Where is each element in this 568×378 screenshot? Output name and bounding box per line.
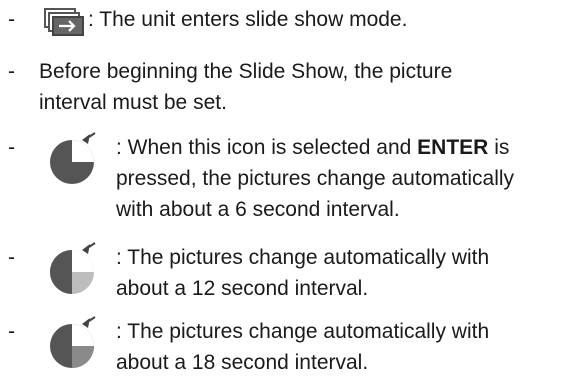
- item-text-line: about a 18 second interval.: [116, 351, 369, 374]
- list-item: - : When this icon is selected and ENTER…: [0, 132, 568, 228]
- item-text-line: : The unit enters slide show mode.: [88, 8, 408, 31]
- item-text-line: : The pictures change automatically with: [116, 320, 490, 343]
- timer-6s-icon: [50, 132, 96, 184]
- list-dash: -: [8, 136, 15, 159]
- list-dash: -: [8, 246, 15, 269]
- list-item: - : The unit enters slide show mode.: [0, 4, 568, 36]
- timer-18s-icon: [50, 316, 96, 368]
- list-dash: -: [8, 8, 15, 31]
- item-text-line: interval must be set.: [39, 91, 227, 114]
- item-text-line: Before beginning the Slide Show, the pic…: [39, 60, 453, 83]
- list-dash: -: [8, 320, 15, 343]
- item-text-line: with about a 6 second interval.: [116, 198, 400, 221]
- slideshow-icon: [44, 8, 84, 36]
- list-item: - Before beginning the Slide Show, the p…: [0, 56, 568, 118]
- timer-12s-icon: [50, 242, 96, 294]
- item-text-line: : The pictures change automatically with: [116, 246, 490, 269]
- list-dash: -: [8, 60, 15, 83]
- list-item: - : The pictures change automatically wi…: [0, 316, 568, 378]
- list-item: - : The pictures change automatically wi…: [0, 242, 568, 304]
- item-text-line: about a 12 second interval.: [116, 277, 369, 300]
- item-text-line: : When this icon is selected and ENTER i…: [116, 136, 510, 159]
- item-text-line: pressed, the pictures change automatical…: [116, 167, 515, 190]
